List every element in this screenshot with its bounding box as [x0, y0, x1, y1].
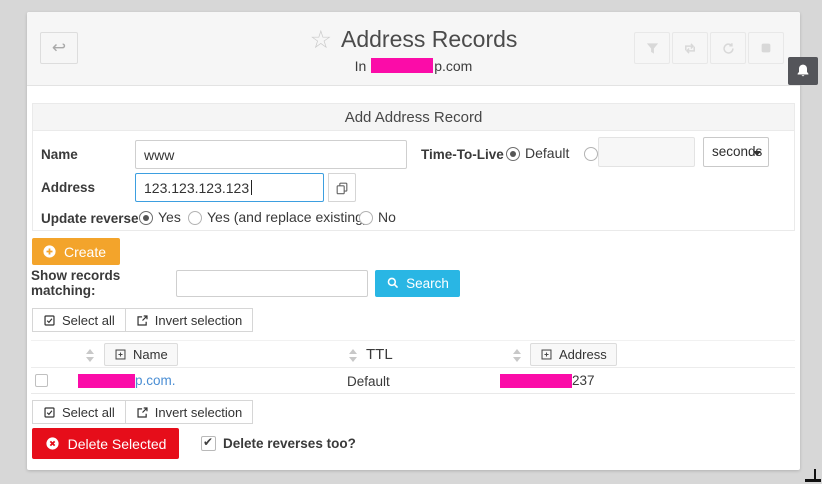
redacted-record-address: [500, 374, 572, 388]
refresh-icon: [721, 41, 736, 56]
search-label: Search: [406, 276, 449, 291]
bell-icon: [795, 63, 811, 79]
copy-icon: [335, 181, 349, 195]
refresh-button[interactable]: [710, 32, 746, 64]
notifications-tab[interactable]: [788, 57, 818, 85]
update-reverse-label: Update reverse?: [41, 211, 147, 226]
selection-controls-top: Select all Invert selection: [32, 308, 253, 332]
copy-address-button[interactable]: [328, 173, 356, 202]
create-button[interactable]: Create: [32, 238, 120, 265]
create-label: Create: [64, 244, 106, 260]
record-address-visible: 237: [572, 373, 595, 388]
name-input[interactable]: [135, 140, 407, 169]
table-header-row: Name TTL Address: [31, 340, 795, 368]
star-icon[interactable]: ☆: [310, 26, 332, 54]
search-button[interactable]: Search: [375, 270, 460, 297]
select-all-label: Select all: [62, 405, 115, 420]
page: ↩ ☆Address Records In p.com: [0, 0, 822, 484]
checked-box-icon: [43, 314, 56, 327]
page-title: Address Records: [341, 26, 517, 52]
page-header: ↩ ☆Address Records In p.com: [27, 12, 800, 86]
plus-square-icon: [114, 348, 127, 361]
panel-title: Add Address Record: [33, 104, 794, 131]
name-column-label: Name: [133, 347, 168, 362]
records-table: Name TTL Address p.com. Default: [31, 340, 795, 394]
column-header-name[interactable]: Name: [104, 343, 178, 366]
address-input[interactable]: [135, 173, 324, 202]
select-all-button[interactable]: Select all: [32, 308, 126, 332]
address-records-card: ↩ ☆Address Records In p.com: [27, 12, 800, 470]
ttl-default-label: Default: [525, 145, 569, 161]
add-record-panel: Add Address Record Name Time-To-Live Def…: [32, 103, 795, 231]
update-reverse-replace-radio[interactable]: [188, 211, 202, 225]
invert-selection-button[interactable]: Invert selection: [125, 308, 253, 332]
ttl-unit-select[interactable]: seconds: [703, 137, 769, 167]
invert-selection-button[interactable]: Invert selection: [125, 400, 253, 424]
invert-selection-label: Invert selection: [155, 405, 242, 420]
invert-selection-label: Invert selection: [155, 313, 242, 328]
ttl-custom-radio[interactable]: [584, 147, 598, 161]
row-address-cell: 237: [500, 373, 595, 388]
redacted-domain: [371, 58, 433, 73]
update-reverse-yes-label: Yes: [158, 209, 181, 225]
record-name-link[interactable]: p.com.: [135, 373, 176, 388]
repeat-icon: [682, 41, 698, 56]
select-all-label: Select all: [62, 313, 115, 328]
search-input[interactable]: [176, 270, 368, 297]
chevron-down-icon: [753, 151, 761, 156]
select-all-button[interactable]: Select all: [32, 400, 126, 424]
cursor-artifact: [805, 479, 821, 482]
delete-selected-label: Delete Selected: [68, 436, 167, 452]
address-label: Address: [41, 180, 95, 195]
filter-button[interactable]: [634, 32, 670, 64]
show-records-label: Show records matching:: [31, 268, 176, 298]
sort-address-icon[interactable]: [513, 349, 521, 362]
column-header-address[interactable]: Address: [530, 343, 617, 366]
row-ttl-cell: Default: [347, 374, 390, 389]
address-input-wrap: [135, 173, 324, 202]
redacted-record-name: [78, 374, 135, 388]
delete-reverses-label: Delete reverses too?: [223, 436, 356, 451]
delete-reverses-checkbox[interactable]: [201, 436, 216, 451]
text-caret: [251, 180, 252, 195]
x-circle-icon: [45, 436, 60, 451]
plus-square-icon: [540, 348, 553, 361]
search-icon: [386, 276, 400, 290]
invert-arrow-icon: [136, 406, 149, 419]
checked-box-icon: [43, 406, 56, 419]
ttl-label: Time-To-Live: [421, 147, 504, 162]
row-name-cell: p.com.: [78, 373, 176, 388]
table-row: p.com. Default 237: [31, 368, 795, 394]
repeat-button[interactable]: [672, 32, 708, 64]
filter-funnel-icon: [645, 41, 660, 56]
sort-ttl-icon[interactable]: [349, 349, 357, 362]
stop-button[interactable]: [748, 32, 784, 64]
delete-selected-button[interactable]: Delete Selected: [32, 428, 179, 459]
ttl-default-radio[interactable]: [506, 147, 520, 161]
update-reverse-yes-radio[interactable]: [139, 211, 153, 225]
update-reverse-no-label: No: [378, 209, 396, 225]
search-row: Show records matching: Search: [31, 268, 460, 298]
stop-icon: [759, 41, 773, 55]
header-toolbar: [634, 32, 784, 64]
update-reverse-no-radio[interactable]: [359, 211, 373, 225]
update-reverse-replace-label: Yes (and replace existing): [207, 209, 368, 225]
delete-row: Delete Selected Delete reverses too?: [32, 428, 356, 459]
ttl-column-label: TTL: [366, 346, 393, 363]
address-column-label: Address: [559, 347, 607, 362]
sort-name-icon[interactable]: [86, 349, 94, 362]
subtitle-prefix: In: [355, 58, 371, 74]
subtitle-suffix: p.com: [434, 58, 472, 74]
plus-circle-icon: [42, 244, 57, 259]
panel-body: Name Time-To-Live Default seconds Addres…: [33, 131, 794, 230]
ttl-value-input[interactable]: [598, 137, 695, 167]
invert-arrow-icon: [136, 314, 149, 327]
name-label: Name: [41, 147, 78, 162]
selection-controls-bottom: Select all Invert selection: [32, 400, 253, 424]
row-checkbox[interactable]: [35, 374, 48, 387]
